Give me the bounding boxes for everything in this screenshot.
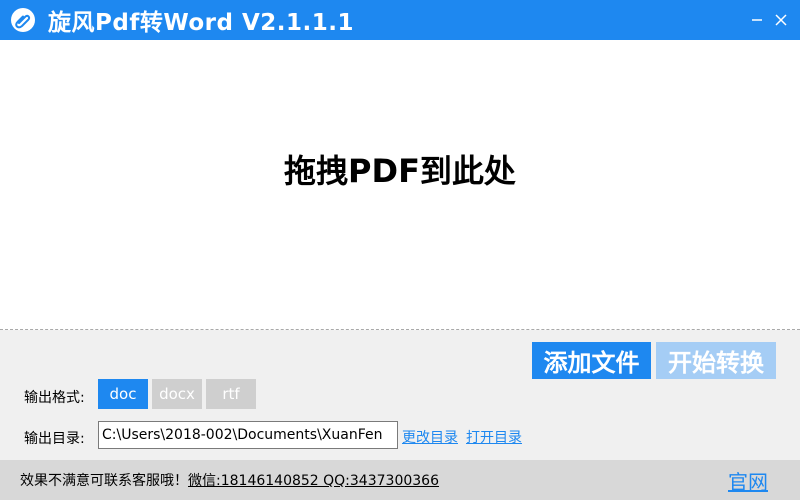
change-dir-link[interactable]: 更改目录 [402,427,458,447]
output-format-label: 输出格式: [24,390,85,406]
close-icon[interactable] [766,0,796,40]
control-panel: 添加文件 开始转换 输出格式: doc docx rtf 输出目录: 更改目录 … [0,330,800,460]
footer-bar: 效果不满意可联系客服哦！ 微信:18146140852 QQ:343730036… [0,460,800,500]
official-site-link[interactable]: 官网 [728,466,768,495]
output-dir-label: 输出目录: [24,431,85,447]
open-dir-link[interactable]: 打开目录 [466,427,522,447]
footer-contact[interactable]: 微信:18146140852 QQ:3437300366 [188,470,439,490]
format-rtf-button[interactable]: rtf [206,379,256,409]
paperclip-logo-icon [10,7,36,33]
start-convert-button[interactable]: 开始转换 [656,342,776,379]
drop-zone-label: 拖拽PDF到此处 [284,151,516,190]
footer-message: 效果不满意可联系客服哦！ [20,473,188,489]
title-bar: 旋风Pdf转Word V2.1.1.1 [0,0,800,40]
app-title: 旋风Pdf转Word V2.1.1.1 [48,10,355,36]
format-docx-button[interactable]: docx [152,379,202,409]
add-file-button[interactable]: 添加文件 [532,342,651,379]
output-dir-input[interactable] [98,421,398,449]
pdf-drop-zone[interactable]: 拖拽PDF到此处 [0,40,800,329]
format-doc-button[interactable]: doc [98,379,148,409]
